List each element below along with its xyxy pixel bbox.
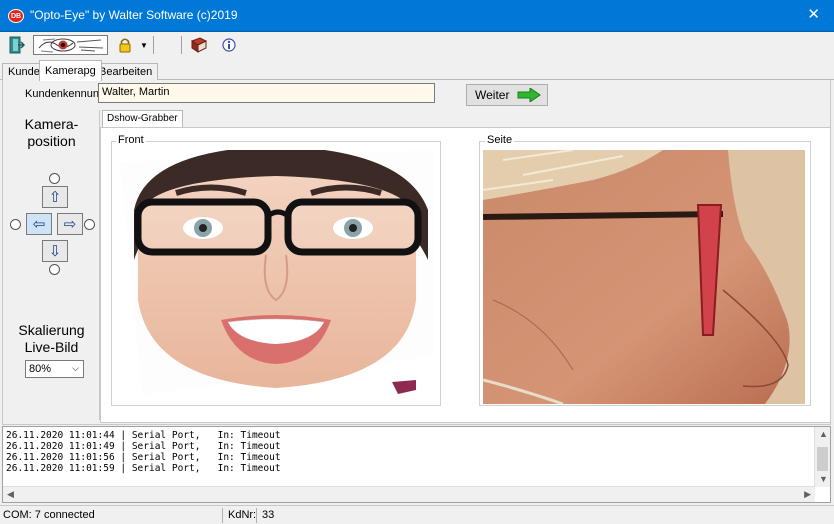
scaling-heading-line2: Live-Bild <box>24 339 79 355</box>
customer-id-field[interactable]: Walter, Martin <box>98 83 435 103</box>
tab-bearbeiten[interactable]: Bearbeiten <box>93 63 159 80</box>
move-right-button[interactable]: ⇨ <box>57 213 83 235</box>
move-down-button[interactable]: ⇩ <box>42 240 68 262</box>
info-icon[interactable] <box>220 35 238 55</box>
vertical-scrollbar[interactable]: ▲ ▼ <box>814 427 830 487</box>
arrow-right-icon <box>517 88 542 102</box>
chevron-up-icon[interactable]: ▲ <box>819 429 828 439</box>
lock-icon[interactable] <box>117 35 133 55</box>
side-camera-image <box>483 150 805 404</box>
scroll-thumb[interactable] <box>817 447 828 471</box>
log-line: 26.11.2020 11:01:59 | Serial Port, In: T… <box>6 463 281 474</box>
horizontal-scrollbar[interactable]: ◀ ▶ <box>3 486 815 502</box>
status-separator <box>256 508 257 523</box>
com-status: COM: 7 connected <box>3 509 95 521</box>
log-output[interactable]: 26.11.2020 11:01:44 | Serial Port, In: T… <box>2 426 831 503</box>
arrow-left-icon: ⇦ <box>32 216 46 233</box>
customer-id-label: Kundenkennung: <box>25 88 109 100</box>
front-label: Front <box>116 134 146 146</box>
logo-eye-icon[interactable] <box>33 35 108 55</box>
weiter-button-label: Weiter <box>475 88 510 102</box>
toolbar-separator <box>153 36 154 54</box>
camera-position-heading-line1: Kamera- <box>24 116 79 132</box>
log-line: 26.11.2020 11:01:44 | Serial Port, In: T… <box>6 430 281 441</box>
status-bar: COM: 7 connected KdNr: 33 <box>0 505 834 524</box>
position-radio-right[interactable] <box>84 219 95 230</box>
book-icon[interactable] <box>190 35 208 55</box>
app-icon: DB <box>8 9 24 23</box>
log-line: 26.11.2020 11:01:56 | Serial Port, In: T… <box>6 452 281 463</box>
move-left-button[interactable]: ⇦ <box>26 213 52 235</box>
main-tabs: Kunde Kamerapg Bearbeiten <box>0 60 834 81</box>
kdnr-value: 33 <box>262 509 275 521</box>
title-bar: DB "Opto-Eye" by Walter Software (c)2019… <box>0 0 834 32</box>
weiter-button[interactable]: Weiter <box>466 84 548 106</box>
arrow-up-icon: ⇧ <box>48 189 62 206</box>
scaling-heading-line1: Skalierung <box>18 322 85 338</box>
camera-control-panel: Kamera- position ⇧ ⇦ ⇨ ⇩ Skalierung Live… <box>5 110 100 420</box>
scaling-select[interactable]: 80% ⌵ <box>25 360 84 378</box>
toolbar: ▼ <box>0 32 834 60</box>
toolbar-separator <box>181 36 182 54</box>
side-label: Seite <box>485 134 515 146</box>
chevron-right-icon[interactable]: ▶ <box>804 489 811 500</box>
position-radio-top[interactable] <box>49 173 60 184</box>
kdnr-label: KdNr: <box>228 509 257 521</box>
arrow-down-icon: ⇩ <box>48 243 62 260</box>
chevron-left-icon[interactable]: ◀ <box>7 489 14 500</box>
arrow-right-move-icon: ⇨ <box>63 216 77 233</box>
front-camera-image <box>120 150 434 395</box>
chevron-down-icon: ⌵ <box>72 363 79 373</box>
exit-icon[interactable] <box>8 35 26 55</box>
status-separator <box>222 508 223 523</box>
scaling-select-value: 80% <box>29 363 52 375</box>
position-radio-left[interactable] <box>10 219 21 230</box>
move-up-button[interactable]: ⇧ <box>42 186 68 208</box>
tab-kamerapg[interactable]: Kamerapg <box>39 60 102 81</box>
window-title: "Opto-Eye" by Walter Software (c)2019 <box>30 8 238 22</box>
camera-view-area: Front Seite <box>100 127 831 423</box>
chevron-down-icon[interactable]: ▼ <box>819 474 828 484</box>
kamerapg-panel: Kundenkennung: Walter, Martin Weiter Kam… <box>2 80 831 425</box>
position-radio-bottom[interactable] <box>49 264 60 275</box>
log-line: 26.11.2020 11:01:49 | Serial Port, In: T… <box>6 441 281 452</box>
chevron-down-icon[interactable]: ▼ <box>139 35 149 55</box>
tab-dshow-grabber[interactable]: Dshow-Grabber <box>102 110 183 127</box>
camera-position-heading-line2: position <box>27 133 76 149</box>
close-button[interactable]: ✕ <box>807 7 820 22</box>
